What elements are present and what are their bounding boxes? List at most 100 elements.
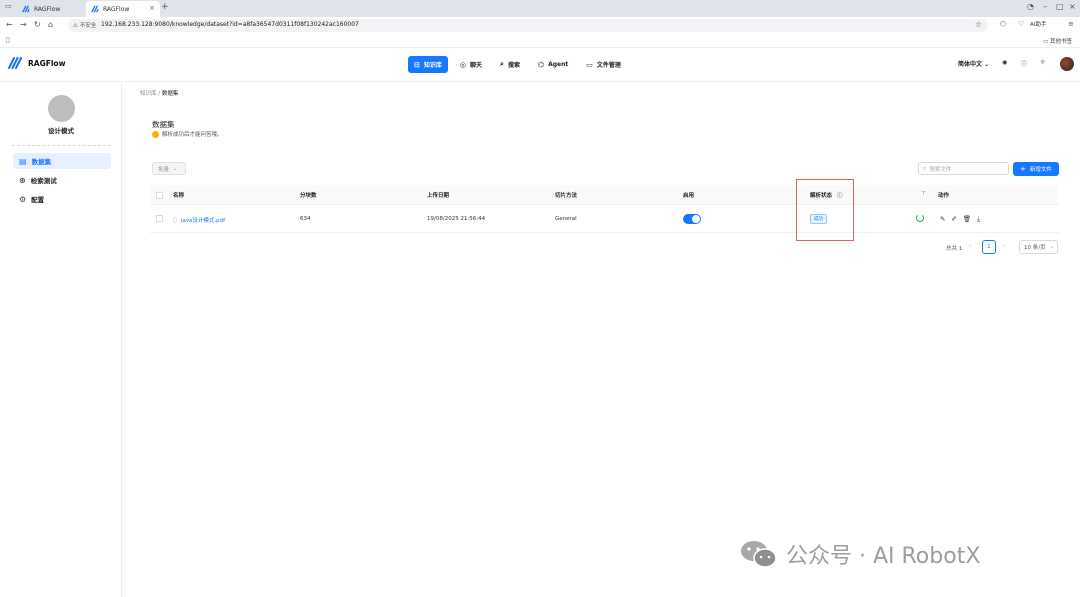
nav-agent-label: Agent (548, 61, 569, 68)
search-file-input[interactable]: ⌕ 搜索文件 (918, 162, 1009, 175)
nav-file-management-label: 文件管理 (596, 62, 621, 69)
minimize-button[interactable]: – (1043, 2, 1047, 11)
user-avatar[interactable] (1060, 57, 1074, 71)
page-subtitle-text: 解析成功后才能问答哦。 (162, 132, 223, 138)
chevron-down-icon: ⌄ (984, 61, 990, 68)
page-size-select[interactable]: 10 条/页 ⌄ (1019, 240, 1058, 254)
reparse-icon[interactable] (916, 214, 924, 222)
extensions-icon[interactable]: ⬡ (1000, 20, 1006, 28)
column-header-name[interactable]: 名称 (173, 191, 184, 199)
nav-chat[interactable]: ◎ 聊天 (454, 56, 488, 73)
search-icon: ⌕ (923, 164, 927, 172)
row-checkbox[interactable] (156, 215, 163, 222)
bookmark-star-icon[interactable]: ☆ (975, 20, 982, 29)
address-row: ← → ↻ ⌂ ⚠ 不安全 192.168.233.128:9080/knowl… (0, 17, 1080, 34)
column-header-actions: 动作 (938, 193, 950, 199)
enable-toggle[interactable] (683, 214, 701, 224)
breadcrumb: 知识库 / 数据集 (140, 89, 178, 97)
close-window-button[interactable]: × (1069, 2, 1076, 11)
pagination-next[interactable]: › (1003, 243, 1005, 249)
chevron-down-icon: ⌄ (173, 165, 178, 172)
ai-assistant-button[interactable]: AI助手 (1030, 20, 1046, 28)
github-icon[interactable]: ◉ (1002, 59, 1007, 66)
shield-icon[interactable]: ♡ (1018, 20, 1024, 28)
address-bar[interactable]: ⚠ 不安全 192.168.233.128:9080/knowledge/dat… (68, 19, 988, 32)
document-icon: ▤ (19, 156, 27, 166)
nav-knowledge-base-label: 知识库 (423, 62, 442, 69)
url-text[interactable]: 192.168.233.128:9080/knowledge/dataset?i… (101, 21, 359, 28)
agent-icon: ⌬ (537, 60, 545, 69)
brand-name: RAGFlow (28, 58, 66, 68)
menu-icon[interactable]: ≡ (1068, 20, 1074, 28)
page-size-value: 10 条/页 (1024, 245, 1046, 251)
profile-icon[interactable]: ◔ (1027, 2, 1034, 11)
pagination-prev[interactable]: ‹ (969, 243, 971, 249)
nav-agent[interactable]: ⌬ Agent (532, 56, 574, 73)
chunk-method[interactable]: General (555, 216, 577, 222)
sidebar-item-retrieval-test[interactable]: ⊛ 检索测试 (13, 172, 111, 188)
bulk-actions-button[interactable]: 批量 ⌄ (152, 162, 186, 175)
add-file-label: 新增文件 (1029, 167, 1052, 173)
file-name-link[interactable]: ▯ java设计模式.pdf (173, 216, 225, 224)
nav-search-label: 搜索 (507, 62, 520, 69)
other-bookmarks[interactable]: ▭ 其他书签 (1043, 37, 1072, 45)
browser-tab-2[interactable]: RAGFlow × (86, 1, 160, 17)
knowledge-base-name: 设计模式 (48, 127, 74, 135)
reload-icon[interactable]: ↻ (34, 20, 41, 29)
wrench-icon[interactable]: ✎ (940, 215, 945, 224)
breadcrumb-parent[interactable]: 知识库 (140, 91, 157, 97)
column-header-chunks[interactable]: 分块数 (300, 191, 317, 199)
close-tab-icon[interactable]: × (149, 4, 155, 12)
column-header-enabled: 启用 (683, 193, 695, 199)
browser-tabbar: ▭ RAGFlow RAGFlow × + ◔ – □ × (0, 0, 1080, 17)
nav-search[interactable]: ⌕ 搜索 (494, 56, 526, 73)
add-file-button[interactable]: + 新增文件 (1013, 162, 1059, 176)
knowledge-base-icon: ⊟ (414, 60, 420, 69)
gear-icon: ⚙ (19, 194, 27, 204)
language-selector[interactable]: 简体中文 ⌄ (958, 59, 989, 68)
file-icon: ▯ (173, 216, 177, 224)
new-tab-button[interactable]: + (161, 2, 169, 12)
select-all-checkbox[interactable] (156, 192, 163, 199)
column-header-upload-date[interactable]: 上传日期 (427, 191, 449, 199)
sidebar: 设计模式 ▤ 数据集 ⊛ 检索测试 ⚙ 配置 (0, 82, 122, 597)
theme-toggle-icon[interactable]: ☼ (1040, 59, 1045, 66)
retrieval-test-icon: ⊛ (19, 175, 26, 185)
breadcrumb-separator: / (158, 91, 161, 97)
sidebar-item-dataset[interactable]: ▤ 数据集 (13, 153, 111, 169)
sidebar-item-label: 配置 (31, 196, 45, 204)
browser-tab-1[interactable]: RAGFlow (17, 1, 83, 17)
pagination-total: 总共 1 (946, 246, 963, 252)
tab-actions-icon[interactable]: ▭ (5, 2, 12, 10)
ragflow-favicon-icon (22, 5, 30, 13)
watermark-text: 公众号 · AI RobotX (786, 544, 981, 569)
nav-file-management[interactable]: ▭ 文件管理 (580, 56, 627, 73)
language-label: 简体中文 (958, 61, 983, 68)
brand[interactable]: RAGFlow (8, 57, 66, 69)
filter-icon[interactable]: ⊤ (921, 191, 926, 197)
chat-icon: ◎ (459, 60, 466, 69)
home-icon[interactable]: ⌂ (48, 20, 53, 29)
maximize-button[interactable]: □ (1056, 2, 1064, 11)
download-icon[interactable]: ⤓ (977, 215, 980, 224)
edit-icon[interactable]: ✐ (951, 215, 956, 224)
chunk-count: 634 (300, 216, 311, 222)
sidebar-item-label: 检索测试 (30, 177, 57, 185)
other-bookmarks-label: 其他书签 (1049, 39, 1072, 45)
folder-icon: ▭ (586, 60, 593, 69)
forward-icon[interactable]: → (20, 20, 27, 29)
delete-icon[interactable]: 🗑 (963, 215, 971, 224)
search-placeholder: 搜索文件 (929, 166, 952, 173)
bookmark-folder-icon[interactable]: ▯ (6, 36, 10, 44)
security-label[interactable]: ⚠ 不安全 (73, 21, 96, 29)
plus-icon: + (1020, 165, 1026, 173)
sidebar-item-configuration[interactable]: ⚙ 配置 (13, 191, 111, 207)
search-icon: ⌕ (500, 60, 504, 68)
nav-chat-label: 聊天 (470, 62, 483, 69)
pagination-current-page[interactable]: 1 (982, 240, 996, 254)
back-icon[interactable]: ← (6, 20, 13, 29)
help-icon[interactable]: ⓘ (1021, 59, 1027, 68)
nav-knowledge-base[interactable]: ⊟ 知识库 (408, 56, 448, 73)
ragflow-favicon-icon (91, 5, 99, 13)
table-header: 名称 分块数 上传日期 切片方法 启用 解析状态 ⓘ ⊤ 动作 (150, 185, 1059, 205)
